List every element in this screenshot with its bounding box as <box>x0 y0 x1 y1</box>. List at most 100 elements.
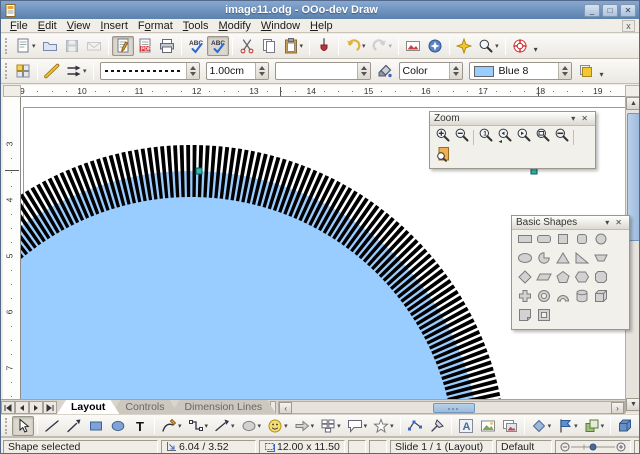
horizontal-scrollbar[interactable]: ‹ › <box>278 401 625 414</box>
area-style-combo[interactable]: Color <box>399 62 463 80</box>
shape-ring-button[interactable] <box>534 289 553 308</box>
print-button[interactable] <box>156 36 178 56</box>
shape-rectangle-button[interactable] <box>515 232 534 251</box>
callouts-button[interactable]: ▾ <box>344 416 371 436</box>
slide-indicator-cell[interactable]: Slide 1 / 1 (Layout) <box>390 440 493 454</box>
menu-item-format[interactable]: Format <box>133 20 178 32</box>
page-style-cell[interactable]: Default <box>496 440 552 454</box>
flowchart-button[interactable]: ▾ <box>317 416 344 436</box>
shape-ellipse-button[interactable] <box>515 251 534 270</box>
rotate-button[interactable]: ▾ <box>528 416 555 436</box>
shape-right-triangle-button[interactable] <box>572 251 591 270</box>
scroll-left-button[interactable]: ‹ <box>279 402 292 414</box>
menu-item-edit[interactable]: Edit <box>33 20 62 32</box>
navigator-button[interactable] <box>424 36 446 56</box>
shape-cube-button[interactable] <box>591 289 610 308</box>
zoom-percent-cell[interactable]: 216% <box>634 440 640 454</box>
zoom-previous-button[interactable] <box>495 128 514 147</box>
format-paintbrush-button[interactable] <box>313 36 335 56</box>
previous-page-button[interactable] <box>15 401 29 414</box>
zoom-slider-thumb[interactable] <box>590 444 596 450</box>
lines-arrows-button[interactable]: ▾ <box>211 416 238 436</box>
toolbar-overflow-button[interactable]: ▾ <box>600 70 604 79</box>
menu-item-insert[interactable]: Insert <box>95 20 133 32</box>
text-tool-button[interactable]: T <box>129 416 151 436</box>
palette-menu-icon[interactable]: ▾ <box>568 114 578 123</box>
menu-item-window[interactable]: Window <box>256 20 305 32</box>
save-button[interactable] <box>61 36 83 56</box>
horizontal-scroll-thumb[interactable] <box>433 403 475 413</box>
paste-button[interactable]: ▾ <box>280 36 307 56</box>
shape-diamond-button[interactable] <box>515 270 534 289</box>
basic-shapes-button[interactable]: ▾ <box>238 416 265 436</box>
maximize-button[interactable]: □ <box>602 4 618 17</box>
first-page-button[interactable] <box>1 401 15 414</box>
menu-item-tools[interactable]: Tools <box>178 20 214 32</box>
tab-dimension-lines[interactable]: Dimension Lines <box>171 400 277 414</box>
extrusion-button[interactable] <box>614 416 636 436</box>
zoom-out-button[interactable] <box>452 128 471 147</box>
close-button[interactable]: ✕ <box>620 4 636 17</box>
shape-square-button[interactable] <box>553 232 572 251</box>
zoom-in-button[interactable] <box>433 128 452 147</box>
basic-shapes-palette-titlebar[interactable]: Basic Shapes ▾ ✕ <box>512 216 629 230</box>
open-button[interactable] <box>39 36 61 56</box>
shape-trapezoid-button[interactable] <box>591 251 610 270</box>
scroll-right-button[interactable]: › <box>611 402 624 414</box>
object-zoom-button[interactable] <box>433 147 452 166</box>
auto-spellcheck-button[interactable]: ABC <box>207 36 229 56</box>
block-arrows-button[interactable]: ▾ <box>291 416 318 436</box>
zoom-slider-cell[interactable] <box>555 440 631 454</box>
scroll-down-button[interactable]: ▼ <box>626 398 640 411</box>
zoom-page-button[interactable] <box>533 128 552 147</box>
gallery-button[interactable] <box>402 36 424 56</box>
display-grid-button[interactable] <box>453 36 475 56</box>
shape-rounded-square-button[interactable] <box>572 232 591 251</box>
zoom-page-width-button[interactable] <box>552 128 571 147</box>
edit-points-button[interactable] <box>404 416 426 436</box>
cursor-position-cell[interactable]: 6.04 / 3.52 <box>161 440 256 454</box>
toolbar-grip[interactable] <box>5 63 10 79</box>
arrange-button[interactable]: ▾ <box>581 416 608 436</box>
shape-folded-corner-button[interactable] <box>515 308 534 327</box>
edit-file-button[interactable] <box>112 36 134 56</box>
toolbar-grip[interactable] <box>5 38 10 54</box>
curve-button[interactable]: ▾ <box>158 416 185 436</box>
toolbar-overflow-button[interactable]: ▾ <box>534 45 538 54</box>
zoom-next-button[interactable] <box>514 128 533 147</box>
new-document-button[interactable]: ▾ <box>12 36 39 56</box>
line-width-spinbox[interactable]: 1.00cm <box>206 62 269 80</box>
arrow-style-button[interactable]: ▾ <box>63 61 90 81</box>
shape-cylinder-button[interactable] <box>572 289 591 308</box>
tab-controls[interactable]: Controls <box>111 400 178 414</box>
line-style-combo[interactable] <box>100 62 200 80</box>
help-button[interactable] <box>509 36 531 56</box>
line-color-combo[interactable] <box>275 62 371 80</box>
area-dialog-button[interactable] <box>374 61 396 81</box>
fill-color-combo[interactable]: Blue 8 <box>469 62 572 80</box>
shape-circle-pie-button[interactable] <box>534 251 553 270</box>
gallery-picture-button[interactable] <box>499 416 521 436</box>
arrow-end-button[interactable] <box>63 416 85 436</box>
menu-item-view[interactable]: View <box>62 20 96 32</box>
copy-button[interactable] <box>258 36 280 56</box>
fontwork-gallery-button[interactable]: A <box>455 416 477 436</box>
combo-spinner[interactable] <box>186 63 199 79</box>
glue-points-button[interactable] <box>426 416 448 436</box>
shape-octagon-button[interactable] <box>591 270 610 289</box>
vertical-ruler[interactable]: 34567 <box>3 97 21 399</box>
shape-circle-button[interactable] <box>591 232 610 251</box>
scroll-up-button[interactable]: ▲ <box>626 97 640 110</box>
shape-frame-button[interactable] <box>534 308 553 327</box>
title-bar[interactable]: image11.odg - OOo-dev Draw _ □ ✕ <box>1 1 639 19</box>
select-button[interactable] <box>12 416 34 436</box>
rectangle-tool-button[interactable] <box>85 416 107 436</box>
stars-button[interactable]: ▾ <box>370 416 397 436</box>
ellipse-tool-button[interactable] <box>107 416 129 436</box>
zoom-palette-titlebar[interactable]: Zoom ▾ ✕ <box>430 112 595 126</box>
shape-isosceles-triangle-button[interactable] <box>553 251 572 270</box>
palette-close-icon[interactable]: ✕ <box>578 114 591 123</box>
from-file-button[interactable] <box>477 416 499 436</box>
palette-menu-icon[interactable]: ▾ <box>602 218 612 227</box>
palette-close-icon[interactable]: ✕ <box>612 218 625 227</box>
